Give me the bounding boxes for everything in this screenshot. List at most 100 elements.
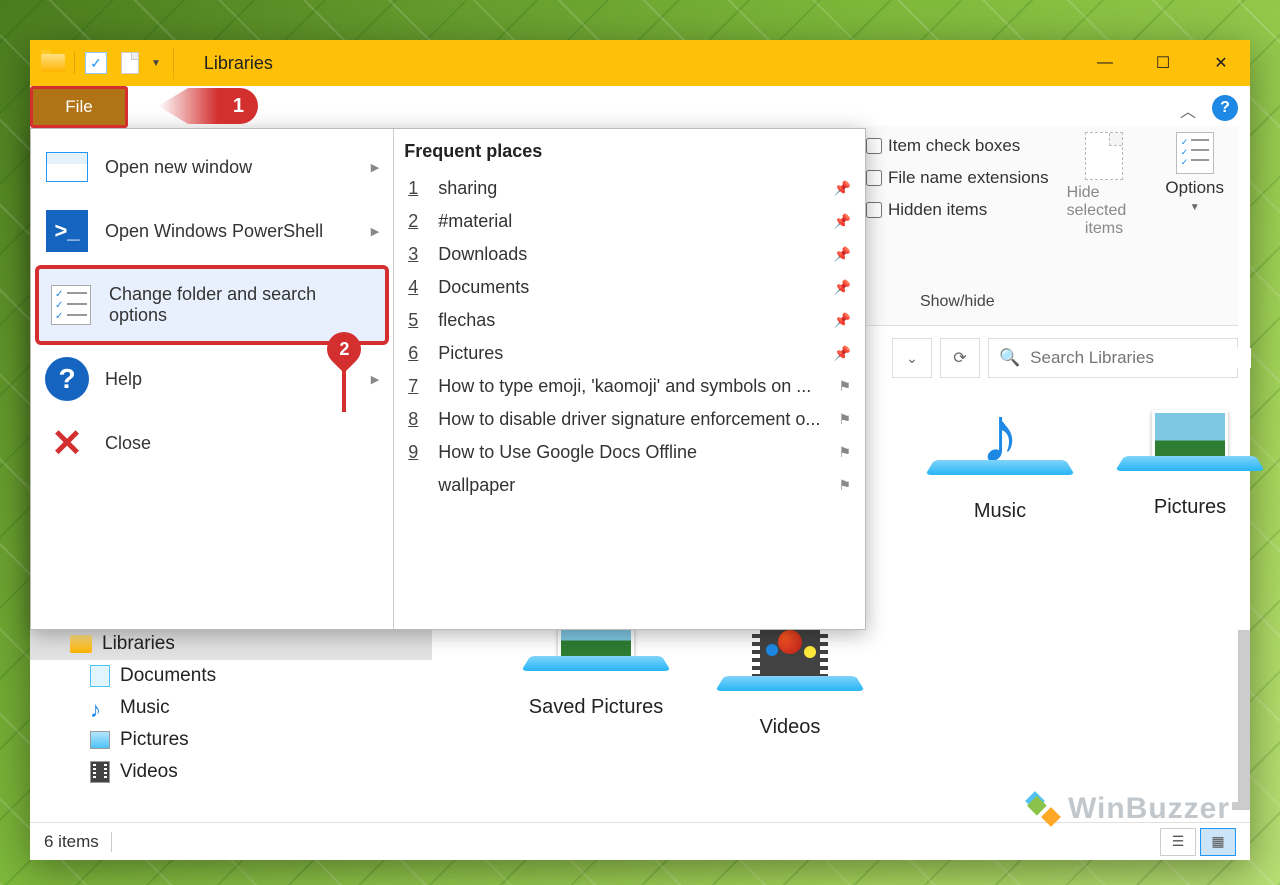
place-label: wallpaper [438,475,820,496]
pin-icon[interactable]: 📌 [834,279,851,296]
qat-properties-icon[interactable]: ✓ [79,46,113,80]
open-powershell-item[interactable]: >_ Open Windows PowerShell ▶ 2 [31,199,393,263]
access-key: 1 [408,178,420,199]
pin-icon[interactable]: 📌 [834,345,851,362]
label: Open new window [105,157,252,178]
music-icon [90,697,110,719]
sidebar-item-videos[interactable]: Videos [30,756,432,788]
access-key: 4 [408,277,420,298]
tile-pictures[interactable]: Pictures [1100,410,1280,519]
window-controls: — ☐ ✕ [1076,40,1250,86]
label: Item check boxes [888,136,1020,156]
access-key: 5 [408,310,420,331]
navigation-pane: Libraries Documents Music Pictures Video… [30,628,432,848]
close-icon: ✕ [45,421,89,465]
ribbon-group-label: Show/hide [866,289,1049,315]
file-extensions-row[interactable]: File name extensions [866,168,1049,188]
pin-icon[interactable]: 📌 [834,180,851,197]
watermark: WinBuzzer [1022,792,1230,826]
pin-icon[interactable]: 📌 [834,246,851,263]
unpin-icon[interactable]: ⚑ [838,411,851,428]
place-label: sharing [438,178,815,199]
frequent-places-panel: Frequent places 1sharing📌2#material📌3Dow… [394,129,865,629]
separator [74,52,75,74]
watermark-icon [1022,794,1062,824]
unpin-icon[interactable]: ⚑ [838,444,851,461]
refresh-button[interactable]: ⟳ [940,338,980,378]
unpin-icon[interactable]: ⚑ [838,477,851,494]
place-label: Pictures [438,343,815,364]
options-icon [49,283,93,327]
place-label: #material [438,211,815,232]
pin-icon[interactable]: 📌 [834,312,851,329]
frequent-place-item[interactable]: wallpaper ⚑ [394,469,865,502]
sidebar-item-libraries[interactable]: Libraries [30,628,432,660]
file-menu-commands: Open new window ▶ >_ Open Windows PowerS… [31,129,394,629]
item-checkboxes-row[interactable]: Item check boxes [866,136,1049,156]
frequent-place-item[interactable]: 9How to Use Google Docs Offline⚑ [394,436,865,469]
frequent-place-item[interactable]: 4Documents📌 [394,271,865,304]
label: File name extensions [888,168,1049,188]
documents-icon [90,665,110,687]
ribbon-show-hide-partial: Item check boxes File name extensions Hi… [858,126,1238,326]
item-count: 6 items [44,832,99,852]
maximize-button[interactable]: ☐ [1134,40,1192,86]
place-label: Downloads [438,244,815,265]
help-icon: ? [45,357,89,401]
chevron-down-icon: ▼ [1190,202,1200,213]
file-extensions-checkbox[interactable] [866,170,882,186]
frequent-place-item[interactable]: 7How to type emoji, 'kaomoji' and symbol… [394,370,865,403]
chevron-right-icon: ▶ [371,373,379,386]
frequent-place-item[interactable]: 5 flechas 📌 [394,304,865,337]
videos-icon [90,761,110,783]
access-key: 7 [408,376,420,397]
frequent-place-item[interactable]: 2#material📌 [394,205,865,238]
place-label: How to Use Google Docs Offline [438,442,820,463]
sidebar-item-music[interactable]: Music [30,692,432,724]
item-checkboxes-checkbox[interactable] [866,138,882,154]
access-key: 6 [408,343,420,364]
tile-music[interactable]: ♪ Music [910,400,1090,523]
label: Close [105,433,151,454]
callout-1: 1 [158,88,258,124]
minimize-ribbon-icon[interactable]: ︿ [1176,98,1200,122]
window-title: Libraries [204,53,273,74]
file-menu: Open new window ▶ >_ Open Windows PowerS… [30,128,866,630]
close-button[interactable]: ✕ [1192,40,1250,86]
qat-dropdown-icon[interactable]: ▼ [151,58,161,69]
pictures-icon [90,731,110,749]
search-input[interactable] [1030,348,1251,368]
search-box[interactable]: 🔍 [988,338,1238,378]
frequent-place-item[interactable]: 8How to disable driver signature enforce… [394,403,865,436]
frequent-place-item[interactable]: 1 sharing 📌 [394,172,865,205]
sidebar-item-documents[interactable]: Documents [30,660,432,692]
file-tab[interactable]: File [30,86,128,128]
details-view-button[interactable]: ☰ [1160,828,1196,856]
hidden-items-checkbox[interactable] [866,202,882,218]
help-icon[interactable]: ? [1212,95,1238,121]
hide-selected-icon [1085,132,1123,180]
window-icon [45,145,89,189]
frequent-places-header: Frequent places [394,137,865,172]
hidden-items-row[interactable]: Hidden items [866,200,1049,220]
minimize-button[interactable]: — [1076,40,1134,86]
options-button[interactable]: Options ▼ [1151,126,1238,325]
frequent-place-item[interactable]: 3Downloads📌 [394,238,865,271]
folder-icon [70,635,92,653]
qat-newfolder-icon[interactable] [113,46,147,80]
title-bar: ✓ ▼ Libraries — ☐ ✕ [30,40,1250,86]
close-item[interactable]: ✕ Close [31,411,393,475]
frequent-place-item[interactable]: 6 Pictures 📌 [394,337,865,370]
callout-2: 2 [327,332,361,420]
options-icon [1176,132,1214,174]
separator [173,47,174,79]
open-new-window-item[interactable]: Open new window ▶ [31,135,393,199]
icons-view-button[interactable]: ▦ [1200,828,1236,856]
history-dropdown-button[interactable]: ⌄ [892,338,932,378]
hide-selected-button[interactable]: Hide selected items [1057,126,1152,325]
sidebar-item-pictures[interactable]: Pictures [30,724,432,756]
pin-icon[interactable]: 📌 [834,213,851,230]
app-icon [36,46,70,80]
unpin-icon[interactable]: ⚑ [838,378,851,395]
place-label: flechas [438,310,815,331]
